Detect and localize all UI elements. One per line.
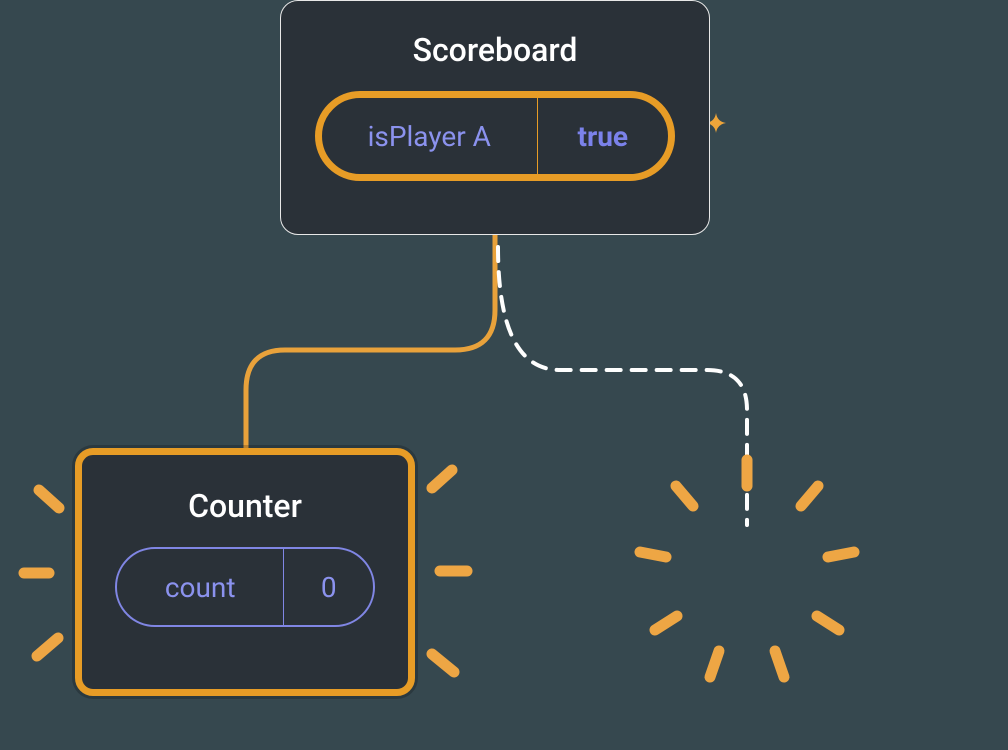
scoreboard-state-value: true [538, 98, 668, 174]
scoreboard-title: Scoreboard [413, 31, 578, 69]
scoreboard-node: Scoreboard isPlayer A true [280, 0, 710, 235]
counter-node: Counter count 0 [75, 448, 415, 696]
scoreboard-state-pill: isPlayer A true [315, 91, 675, 181]
counter-title: Counter [188, 487, 302, 525]
burst-rays-right [640, 460, 854, 677]
counter-state-key: count [117, 549, 284, 625]
scoreboard-state-key: isPlayer A [322, 98, 538, 174]
counter-state-value: 0 [284, 549, 373, 625]
counter-state-pill: count 0 [115, 547, 375, 627]
